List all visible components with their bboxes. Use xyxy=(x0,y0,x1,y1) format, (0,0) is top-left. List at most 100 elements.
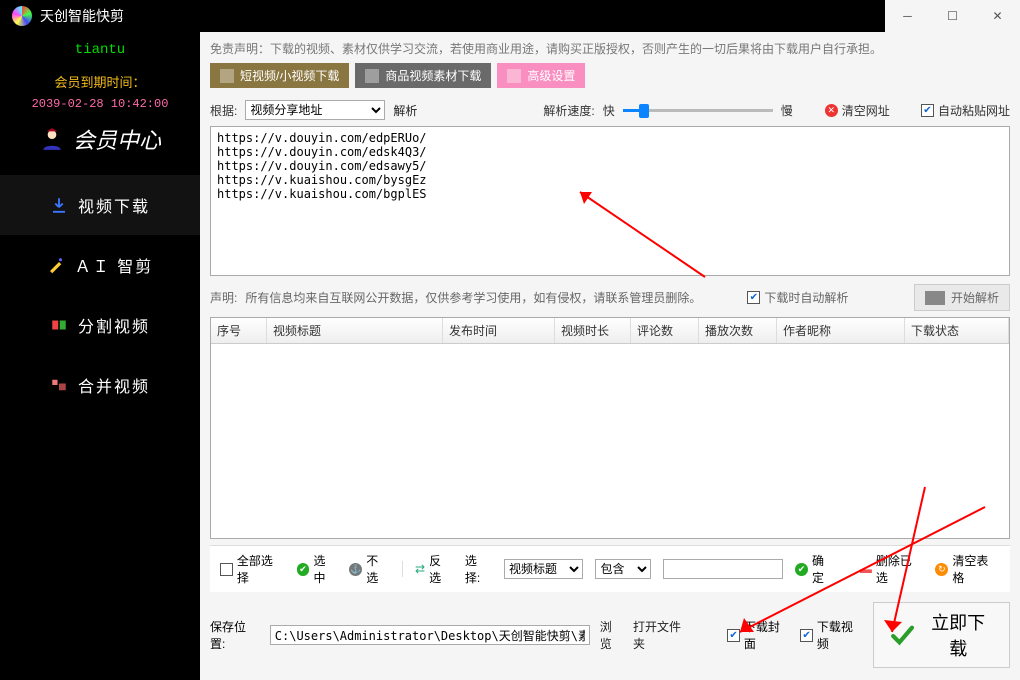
auto-parse-checkbox[interactable]: ✔下载时自动解析 xyxy=(747,289,848,306)
table-header: 序号 视频标题 发布时间 视频时长 评论数 播放次数 作者昵称 下载状态 xyxy=(211,318,1009,344)
expire-label: 会员到期时间： xyxy=(54,72,145,91)
disclaimer-text: 免责声明：下载的视频、素材仅供学习交流，若使用商业用途，请购买正版授权，否则产生… xyxy=(200,32,1020,63)
auto-paste-checkbox[interactable]: ✔自动粘贴网址 xyxy=(921,102,1010,119)
label: 下载视频 xyxy=(817,618,863,652)
tab-advanced[interactable]: 高级设置 xyxy=(497,63,585,88)
minimize-button[interactable]: ─ xyxy=(885,0,930,32)
col-status[interactable]: 下载状态 xyxy=(905,318,1009,343)
delete-icon: ▬ xyxy=(860,562,872,576)
download-video-checkbox[interactable]: ✔下载视频 xyxy=(800,618,863,652)
tab-label: 短视频/小视频下载 xyxy=(240,67,339,84)
label: 反选 xyxy=(429,552,453,586)
split-icon xyxy=(50,316,68,334)
settings-icon xyxy=(507,69,521,83)
root-label: 根据: xyxy=(210,102,237,119)
nav-label: 分割视频 xyxy=(78,313,150,337)
label: 自动粘贴网址 xyxy=(938,102,1010,119)
download-icon xyxy=(50,196,68,214)
avatar-icon xyxy=(39,126,65,152)
anchor-icon: ⚓ xyxy=(349,563,362,576)
delete-selected-button[interactable]: ▬ 删除已选 xyxy=(860,552,924,586)
bag-icon xyxy=(365,69,379,83)
save-path-input[interactable] xyxy=(270,625,590,645)
member-center-label: 会员中心 xyxy=(73,123,161,155)
filter-field-select[interactable]: 视频标题 xyxy=(504,559,583,579)
note-text: 所有信息均来自互联网公开数据，仅供参考学习使用，如有侵权，请联系管理员删除。 xyxy=(245,289,701,306)
nav-merge-video[interactable]: 合并视频 xyxy=(0,355,200,415)
refresh-icon: ↻ xyxy=(935,563,948,576)
label: 立即下载 xyxy=(923,609,993,661)
select-button[interactable]: ✔选中 xyxy=(297,552,338,586)
tab-row: 短视频/小视频下载 商品视频素材下载 高级设置 xyxy=(200,63,1020,96)
nav-ai-cut[interactable]: ＡＩ 智剪 xyxy=(0,235,200,295)
check-icon: ✔ xyxy=(795,563,808,576)
browse-button[interactable]: 浏览 xyxy=(600,618,623,652)
table-body xyxy=(211,344,1009,538)
video-icon xyxy=(220,69,234,83)
filter-op-select[interactable]: 包含 xyxy=(595,559,651,579)
download-cover-checkbox[interactable]: ✔下载封面 xyxy=(727,618,790,652)
brand-text: tiantu xyxy=(75,32,125,72)
nav-label: ＡＩ 智剪 xyxy=(75,253,153,277)
fast-label: 快 xyxy=(603,102,615,119)
col-title[interactable]: 视频标题 xyxy=(267,318,443,343)
title-bar: 天创智能快剪 ─ ☐ ✕ xyxy=(0,0,1020,32)
label: 全部选择 xyxy=(237,552,285,586)
label: 开始解析 xyxy=(951,289,999,306)
expire-date: 2039-02-28 10:42:00 xyxy=(32,97,169,111)
label: 清空表格 xyxy=(952,552,1000,586)
sidebar: tiantu 会员到期时间： 2039-02-28 10:42:00 会员中心 … xyxy=(0,32,200,680)
nav-video-download[interactable]: 视频下载 xyxy=(0,175,200,235)
col-author[interactable]: 作者昵称 xyxy=(777,318,905,343)
merge-icon xyxy=(50,376,68,394)
choose-label: 选择: xyxy=(465,552,492,586)
check-icon: ✔ xyxy=(297,563,310,576)
app-logo-icon xyxy=(12,6,32,26)
clear-table-button[interactable]: ↻ 清空表格 xyxy=(935,552,1000,586)
wand-icon xyxy=(47,256,65,274)
close-button[interactable]: ✕ xyxy=(975,0,1020,32)
col-duration[interactable]: 视频时长 xyxy=(555,318,631,343)
speed-slider[interactable] xyxy=(623,103,773,117)
selection-toolbar: 全部选择 ✔选中 ⚓不选 ⇄反选 选择: 视频标题 包含 ✔确定 ▬删除已选 ↻… xyxy=(210,545,1010,592)
speed-label: 解析速度: xyxy=(543,102,594,119)
unselect-button[interactable]: ⚓ 不选 xyxy=(349,552,390,586)
nav-label: 视频下载 xyxy=(78,193,150,217)
tab-short-video[interactable]: 短视频/小视频下载 xyxy=(210,63,349,88)
label: 清空网址 xyxy=(842,102,890,119)
start-download-button[interactable]: 立即下载 xyxy=(873,602,1010,668)
x-icon: ✕ xyxy=(825,104,838,117)
label: 删除已选 xyxy=(876,552,924,586)
chat-icon xyxy=(925,291,945,305)
invert-button[interactable]: ⇄ 反选 xyxy=(415,552,453,586)
select-all-checkbox[interactable]: 全部选择 xyxy=(220,552,285,586)
slow-label: 慢 xyxy=(781,102,793,119)
confirm-button[interactable]: ✔ 确定 xyxy=(795,552,836,586)
clear-urls-button[interactable]: ✕ 清空网址 xyxy=(825,102,890,119)
label: 不选 xyxy=(366,552,390,586)
nav-split-video[interactable]: 分割视频 xyxy=(0,295,200,355)
path-label: 保存位置: xyxy=(210,618,260,652)
col-plays[interactable]: 播放次数 xyxy=(699,318,777,343)
member-center-button[interactable]: 会员中心 xyxy=(39,123,161,155)
tab-product-video[interactable]: 商品视频素材下载 xyxy=(355,63,491,88)
url-textarea[interactable] xyxy=(210,126,1010,276)
parse-link[interactable]: 解析 xyxy=(393,102,417,119)
label: 确定 xyxy=(812,552,836,586)
filter-value-input[interactable] xyxy=(663,559,783,579)
note-label: 声明: xyxy=(210,289,237,306)
col-comments[interactable]: 评论数 xyxy=(631,318,699,343)
tab-label: 高级设置 xyxy=(527,67,575,84)
start-parse-button[interactable]: 开始解析 xyxy=(914,284,1010,311)
tab-label: 商品视频素材下载 xyxy=(385,67,481,84)
open-folder-button[interactable]: 打开文件夹 xyxy=(633,618,691,652)
download-bar: 保存位置: 浏览 打开文件夹 ✔下载封面 ✔下载视频 立即下载 xyxy=(200,592,1020,680)
swap-icon: ⇄ xyxy=(415,562,425,576)
label: 选中 xyxy=(313,552,337,586)
source-type-select[interactable]: 视频分享地址 xyxy=(245,100,385,120)
maximize-button[interactable]: ☐ xyxy=(930,0,975,32)
label: 下载封面 xyxy=(744,618,790,652)
col-publish[interactable]: 发布时间 xyxy=(443,318,555,343)
col-index[interactable]: 序号 xyxy=(211,318,267,343)
nav-label: 合并视频 xyxy=(78,373,150,397)
